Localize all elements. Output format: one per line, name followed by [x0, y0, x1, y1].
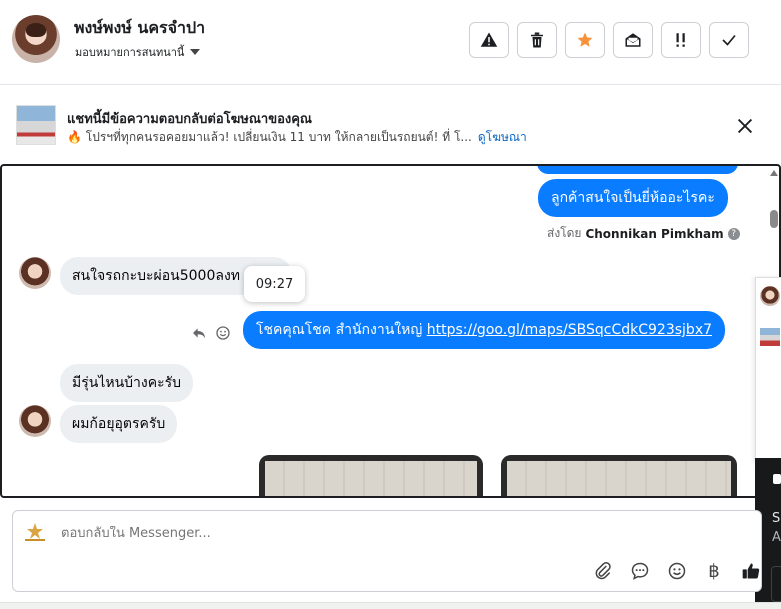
scroll-up-arrow-icon[interactable] — [770, 170, 778, 176]
report-button[interactable] — [469, 22, 509, 58]
star-button[interactable] — [565, 22, 605, 58]
thumbs-up-icon — [742, 563, 760, 579]
ad-reply-banner: แชทนี้มีข้อความตอบกลับต่อโฆษณาของคุณ 🔥 โ… — [0, 86, 781, 163]
assign-conversation-dropdown[interactable]: มอบหมายการสนทนานี้ — [75, 43, 201, 61]
trash-icon — [531, 32, 543, 48]
delete-button[interactable] — [517, 22, 557, 58]
saved-replies-button[interactable] — [628, 559, 652, 583]
message-thread[interactable]: ลูกค้าสนใจเป็นยี่ห้ออะไรคะ ส่งโดย Chonni… — [0, 164, 781, 498]
payment-button[interactable]: ฿ — [702, 559, 726, 583]
reply-input[interactable] — [61, 526, 661, 541]
like-button[interactable] — [739, 559, 763, 583]
photo-attachment[interactable] — [501, 455, 737, 496]
timestamp-tooltip: 09:27 — [244, 266, 305, 302]
sender-avatar[interactable] — [19, 405, 51, 437]
conversation-header: พงษ์พงษ์ นครจำปา มอบหมายการสนทนานี้ — [0, 0, 781, 85]
photo-attachment[interactable] — [259, 455, 483, 496]
help-icon[interactable]: ? — [727, 227, 740, 240]
bottom-strip — [0, 602, 781, 609]
message-bubble-outgoing-link[interactable]: โชคคุณโชค สำนักงานใหญ่ https://goo.gl/ma… — [243, 311, 726, 349]
composer-tools: ฿ — [591, 559, 763, 583]
calendar-icon — [773, 474, 781, 484]
sent-by-prefix: ส่งโดย — [547, 226, 582, 240]
contact-avatar[interactable] — [12, 15, 60, 63]
message-bubble-outgoing[interactable]: ลูกค้าสนใจเป็นยี่ห้ออะไรคะ — [538, 179, 728, 217]
sent-by-label: ส่งโดย Chonnikan Pimkham ? — [547, 224, 740, 243]
dark-panel-text-2: A — [772, 530, 781, 545]
star-icon — [577, 32, 593, 47]
smiley-icon — [668, 562, 686, 580]
ad-banner-subtitle-row: 🔥 โปรฯที่ทุกคนรอคอยมาแล้ว! เปลี่ยนเงิน 1… — [67, 128, 527, 147]
envelope-open-icon — [625, 33, 641, 47]
chat-bubble-icon — [631, 562, 649, 580]
sender-avatar[interactable] — [19, 257, 51, 289]
message-bubble-outgoing-partial — [537, 166, 738, 174]
mark-done-button[interactable] — [709, 22, 749, 58]
emoji-button[interactable] — [665, 559, 689, 583]
paperclip-icon — [595, 562, 611, 580]
dark-panel-button[interactable] — [771, 566, 781, 602]
scrollbar-thumb[interactable] — [770, 210, 778, 228]
check-icon — [722, 34, 736, 46]
reply-composer: ฿ — [12, 510, 762, 592]
message-bubble-incoming[interactable]: ผมก้อยุอุตรครับ — [60, 405, 178, 443]
ad-banner-title: แชทนี้มีข้อความตอบกลับต่อโฆษณาของคุณ — [67, 112, 312, 127]
attach-button[interactable] — [591, 559, 615, 583]
double-exclamation-icon — [676, 33, 685, 47]
message-hover-actions — [191, 325, 231, 341]
mark-unread-button[interactable] — [613, 22, 653, 58]
dark-panel-text-1: Se — [772, 511, 781, 526]
close-icon[interactable] — [734, 115, 756, 137]
contact-name[interactable]: พงษ์พงษ์ นครจำปา — [74, 16, 205, 41]
maps-link[interactable]: https://goo.gl/maps/SBSqcCdkC923sjbx7 — [427, 322, 712, 338]
ad-banner-subtitle: 🔥 โปรฯที่ทุกคนรอคอยมาแล้ว! เปลี่ยนเงิน 1… — [67, 130, 472, 144]
assign-label: มอบหมายการสนทนานี้ — [75, 46, 185, 59]
reply-icon[interactable] — [191, 325, 207, 341]
baht-icon: ฿ — [708, 560, 720, 582]
conversation-actions — [469, 22, 749, 58]
message-text: โชคคุณโชค สำนักงานใหญ่ — [256, 322, 427, 338]
follow-up-button[interactable] — [661, 22, 701, 58]
caret-down-icon — [190, 49, 201, 55]
view-ad-link[interactable]: ดูโฆษณา — [478, 128, 527, 147]
react-emoji-icon[interactable] — [215, 325, 231, 341]
ad-thumbnail[interactable] — [16, 105, 56, 145]
warning-icon — [480, 32, 498, 47]
side-ad-thumbnail[interactable] — [760, 328, 780, 346]
side-contact-avatar[interactable] — [760, 286, 780, 306]
side-popup-panel — [755, 277, 781, 463]
message-bubble-incoming[interactable]: มีรุ่นไหนบ้างคะรับ — [60, 364, 194, 402]
page-logo-icon — [25, 523, 45, 541]
sent-by-name: Chonnikan Pimkham — [585, 226, 724, 241]
